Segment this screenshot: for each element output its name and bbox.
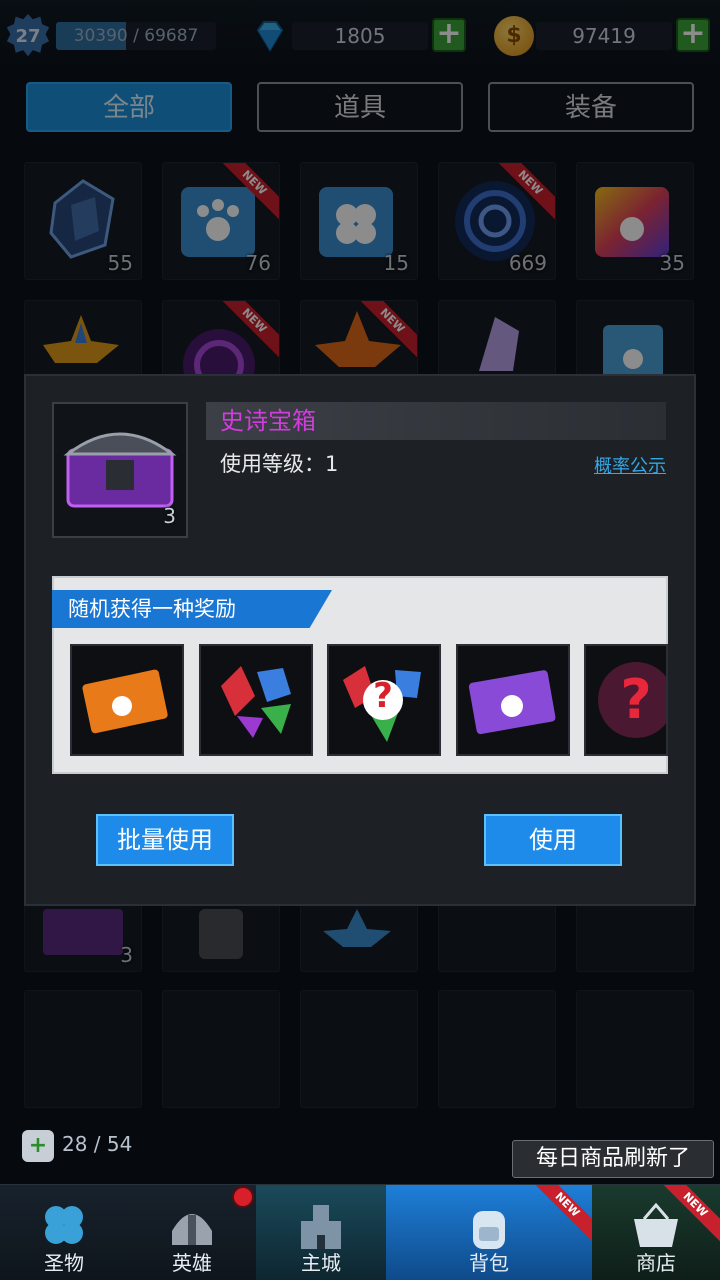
backpack-icon (473, 1211, 505, 1249)
batch-use-button[interactable]: 批量使用 (96, 814, 234, 866)
item-name: 史诗宝箱 (220, 407, 316, 435)
new-badge: NEW (664, 1185, 720, 1241)
bag-capacity-text: 28 / 54 (62, 1132, 133, 1156)
reward-item[interactable] (70, 644, 184, 756)
reward-item[interactable]: ? (327, 644, 441, 756)
nav-label: 商店 (636, 1251, 676, 1275)
gem-bundle-icon (221, 666, 291, 738)
new-badge: NEW (536, 1185, 592, 1241)
question-mark: ? (373, 676, 393, 716)
question-mark: ? (620, 668, 652, 731)
use-button[interactable]: 使用 (484, 814, 622, 866)
use-level: 使用等级：1 (220, 452, 339, 476)
nav-label: 背包 (469, 1251, 509, 1275)
nav-label: 主城 (301, 1251, 341, 1275)
daily-refresh-toast: 每日商品刷新了 (512, 1140, 714, 1178)
orange-paw-ticket-icon (82, 669, 168, 734)
item-icon-frame: 3 (52, 402, 188, 538)
notification-dot (232, 1186, 254, 1208)
castle-icon (301, 1205, 341, 1249)
reward-item[interactable] (199, 644, 313, 756)
reward-header: 随机获得一种奖励 (68, 597, 236, 621)
nav-label: 英雄 (172, 1251, 212, 1275)
item-count: 3 (163, 504, 176, 528)
nav-main-city[interactable]: 主城 (256, 1184, 386, 1280)
nav-shop[interactable]: NEW 商店 (592, 1184, 720, 1280)
nav-label: 圣物 (44, 1251, 84, 1275)
backpack-plus-icon[interactable]: + (22, 1129, 54, 1162)
reward-item[interactable]: ? (584, 644, 668, 756)
helmet-icon (172, 1214, 212, 1245)
clover-icon (45, 1206, 83, 1244)
nav-backpack[interactable]: NEW 背包 (386, 1184, 592, 1280)
probability-link[interactable]: 概率公示 (594, 452, 666, 478)
bag-capacity: +28 / 54 (22, 1124, 132, 1164)
reward-item[interactable] (456, 644, 570, 756)
purple-paw-ticket-icon (468, 670, 556, 735)
nav-relics[interactable]: 圣物 (0, 1184, 128, 1280)
